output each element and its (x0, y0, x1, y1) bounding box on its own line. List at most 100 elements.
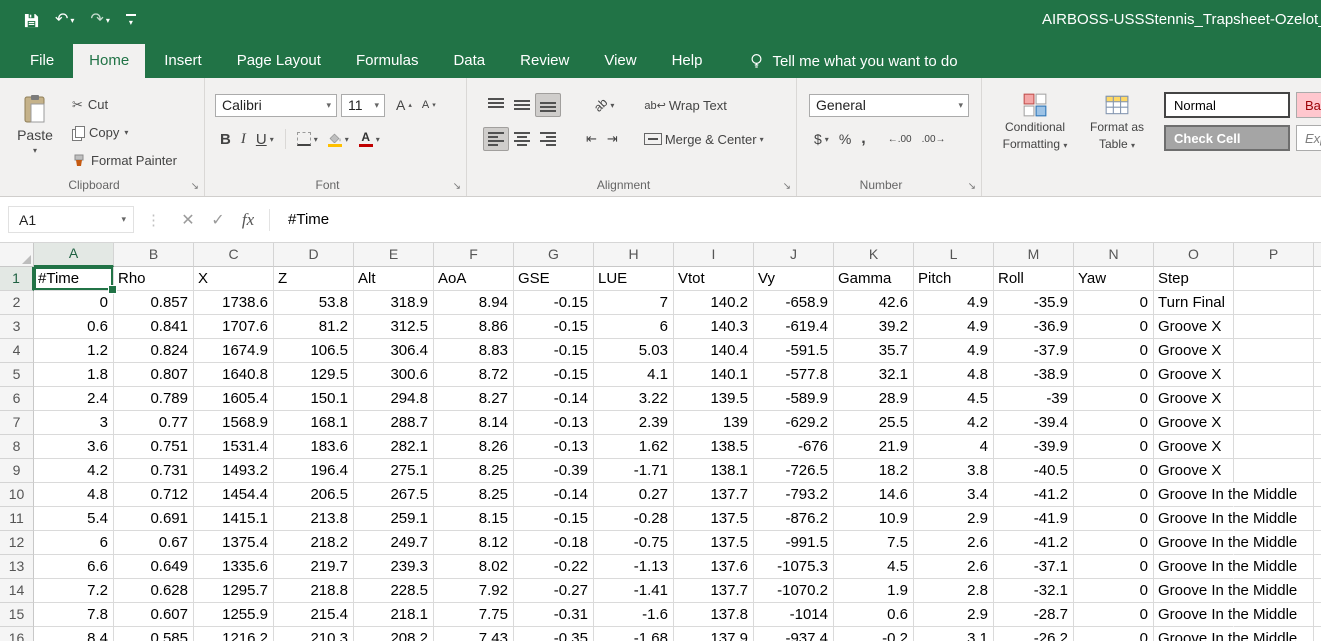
cell-M12[interactable]: -41.2 (994, 531, 1074, 555)
cell-C3[interactable]: 1707.6 (194, 315, 274, 339)
cell-K11[interactable]: 10.9 (834, 507, 914, 531)
cell-A11[interactable]: 5.4 (34, 507, 114, 531)
cell-D10[interactable]: 206.5 (274, 483, 354, 507)
cell-I2[interactable]: 140.2 (674, 291, 754, 315)
cell-F11[interactable]: 8.15 (434, 507, 514, 531)
number-dialog-launcher[interactable]: ↘ (968, 182, 976, 192)
cell-P9[interactable] (1234, 459, 1314, 483)
enter-icon[interactable]: ✓ (203, 210, 233, 230)
cell-L16[interactable]: 3.1 (914, 627, 994, 641)
column-header-D[interactable]: D (274, 243, 354, 267)
cell-L1[interactable]: Pitch (914, 267, 994, 291)
font-family-select[interactable]: Calibri▾ (215, 94, 337, 117)
cell-E7[interactable]: 288.7 (354, 411, 434, 435)
cell-M13[interactable]: -37.1 (994, 555, 1074, 579)
cell-F4[interactable]: 8.83 (434, 339, 514, 363)
cell-I15[interactable]: 137.8 (674, 603, 754, 627)
font-size-select[interactable]: 11▾ (341, 94, 385, 117)
cell-O16[interactable]: Groove In the Middle (1154, 627, 1234, 641)
cell-K10[interactable]: 14.6 (834, 483, 914, 507)
tab-home[interactable]: Home (73, 44, 145, 78)
cell-K14[interactable]: 1.9 (834, 579, 914, 603)
format-painter-button[interactable]: Format Painter (72, 152, 177, 169)
cell-C14[interactable]: 1295.7 (194, 579, 274, 603)
cell-J1[interactable]: Vy (754, 267, 834, 291)
format-as-table-button[interactable]: Format as Table ▾ (1082, 92, 1152, 196)
tab-review[interactable]: Review (504, 44, 585, 78)
cell-K7[interactable]: 25.5 (834, 411, 914, 435)
cell-N9[interactable]: 0 (1074, 459, 1154, 483)
copy-button[interactable]: Copy▾ (72, 124, 177, 141)
cell-D2[interactable]: 53.8 (274, 291, 354, 315)
cell-G2[interactable]: -0.15 (514, 291, 594, 315)
cell-P5[interactable] (1234, 363, 1314, 387)
comma-style-button[interactable]: , (856, 127, 870, 151)
cell-A8[interactable]: 3.6 (34, 435, 114, 459)
cell-I8[interactable]: 138.5 (674, 435, 754, 459)
cell-K3[interactable]: 39.2 (834, 315, 914, 339)
underline-button[interactable]: U▾ (251, 127, 279, 151)
tab-page-layout[interactable]: Page Layout (221, 44, 337, 78)
cell-J3[interactable]: -619.4 (754, 315, 834, 339)
cell-P8[interactable] (1234, 435, 1314, 459)
row-header-3[interactable]: 3 (0, 315, 34, 339)
cell-I12[interactable]: 137.5 (674, 531, 754, 555)
select-all-button[interactable] (0, 243, 34, 267)
customize-quick-access-button[interactable]: ▾ (126, 14, 136, 27)
cell-I16[interactable]: 137.9 (674, 627, 754, 641)
font-color-button[interactable]: A▾ (354, 127, 385, 151)
cell-H10[interactable]: 0.27 (594, 483, 674, 507)
cell-L7[interactable]: 4.2 (914, 411, 994, 435)
cell-P7[interactable] (1234, 411, 1314, 435)
cell-F3[interactable]: 8.86 (434, 315, 514, 339)
cell-A2[interactable]: 0 (34, 291, 114, 315)
cell-M10[interactable]: -41.2 (994, 483, 1074, 507)
cell-A10[interactable]: 4.8 (34, 483, 114, 507)
column-header-A[interactable]: A (34, 243, 114, 267)
cell-style-explanatory[interactable]: Explanatory (1296, 125, 1321, 151)
cell-L3[interactable]: 4.9 (914, 315, 994, 339)
clipboard-dialog-launcher[interactable]: ↘ (191, 182, 199, 192)
column-header-G[interactable]: G (514, 243, 594, 267)
column-header-J[interactable]: J (754, 243, 834, 267)
cell-I10[interactable]: 137.7 (674, 483, 754, 507)
cell-N6[interactable]: 0 (1074, 387, 1154, 411)
cell-N13[interactable]: 0 (1074, 555, 1154, 579)
column-header-O[interactable]: O (1154, 243, 1234, 267)
cell-G9[interactable]: -0.39 (514, 459, 594, 483)
cell-D3[interactable]: 81.2 (274, 315, 354, 339)
cell-N16[interactable]: 0 (1074, 627, 1154, 641)
cell-F10[interactable]: 8.25 (434, 483, 514, 507)
cell-D15[interactable]: 215.4 (274, 603, 354, 627)
cell-K12[interactable]: 7.5 (834, 531, 914, 555)
cell-C5[interactable]: 1640.8 (194, 363, 274, 387)
cell-B14[interactable]: 0.628 (114, 579, 194, 603)
cell-L8[interactable]: 4 (914, 435, 994, 459)
cell-L5[interactable]: 4.8 (914, 363, 994, 387)
cell-L14[interactable]: 2.8 (914, 579, 994, 603)
cell-N7[interactable]: 0 (1074, 411, 1154, 435)
cell-O14[interactable]: Groove In the Middle (1154, 579, 1234, 603)
cell-F7[interactable]: 8.14 (434, 411, 514, 435)
cell-M8[interactable]: -39.9 (994, 435, 1074, 459)
cell-K16[interactable]: -0.2 (834, 627, 914, 641)
cell-M15[interactable]: -28.7 (994, 603, 1074, 627)
cell-D6[interactable]: 150.1 (274, 387, 354, 411)
cell-N5[interactable]: 0 (1074, 363, 1154, 387)
cell-C4[interactable]: 1674.9 (194, 339, 274, 363)
cell-A6[interactable]: 2.4 (34, 387, 114, 411)
cell-F1[interactable]: AoA (434, 267, 514, 291)
tab-data[interactable]: Data (437, 44, 501, 78)
column-header-M[interactable]: M (994, 243, 1074, 267)
cell-E10[interactable]: 267.5 (354, 483, 434, 507)
cell-G3[interactable]: -0.15 (514, 315, 594, 339)
cell-F8[interactable]: 8.26 (434, 435, 514, 459)
cell-H13[interactable]: -1.13 (594, 555, 674, 579)
cell-D14[interactable]: 218.8 (274, 579, 354, 603)
cell-H1[interactable]: LUE (594, 267, 674, 291)
cell-E14[interactable]: 228.5 (354, 579, 434, 603)
cell-G11[interactable]: -0.15 (514, 507, 594, 531)
cell-J12[interactable]: -991.5 (754, 531, 834, 555)
cell-E2[interactable]: 318.9 (354, 291, 434, 315)
row-header-14[interactable]: 14 (0, 579, 34, 603)
